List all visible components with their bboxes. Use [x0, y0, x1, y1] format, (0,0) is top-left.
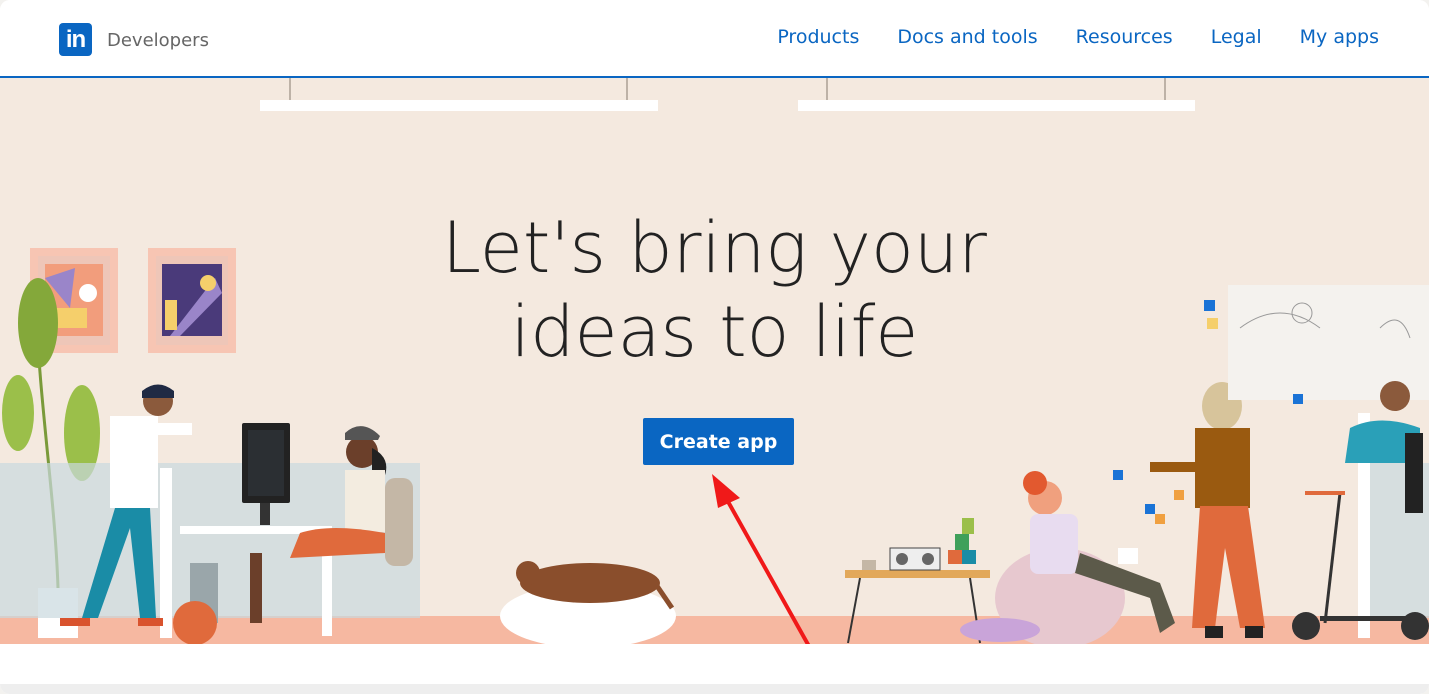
nav-item-resources[interactable]: Resources — [1076, 26, 1173, 48]
logo-text: in — [65, 25, 86, 53]
headline-line-2: ideas to life — [510, 291, 919, 373]
red-arrow-annotation — [712, 474, 811, 644]
sticky-note — [1155, 514, 1165, 524]
right-desk — [1345, 381, 1429, 638]
nav-item-products[interactable]: Products — [777, 26, 859, 48]
sticky-note — [1174, 490, 1184, 500]
nav-item-legal[interactable]: Legal — [1211, 26, 1262, 48]
top-navigation: in Developers Products Docs and tools Re… — [0, 0, 1429, 78]
nav-item-my-apps[interactable]: My apps — [1300, 26, 1379, 48]
hero-headline: Let's bring your ideas to life — [0, 206, 1429, 374]
nav-menu: Products Docs and tools Resources Legal … — [739, 26, 1379, 48]
sticky-note — [1145, 504, 1155, 514]
page-frame: in Developers Products Docs and tools Re… — [0, 0, 1429, 694]
headline-line-1: Let's bring your — [442, 207, 987, 289]
dog-on-cushion — [500, 561, 676, 644]
sticky-note — [1293, 394, 1303, 404]
beanbag-woman — [960, 471, 1175, 644]
linkedin-logo-icon[interactable]: in — [59, 23, 92, 56]
brand-label[interactable]: Developers — [107, 30, 209, 51]
hero-section: Let's bring your ideas to life — [0, 78, 1429, 644]
nav-item-docs-and-tools[interactable]: Docs and tools — [897, 26, 1037, 48]
page-bottom — [0, 644, 1429, 694]
sticky-note — [1113, 470, 1123, 480]
standing-woman — [1150, 382, 1265, 638]
bottom-divider — [0, 684, 1429, 694]
create-app-button[interactable]: Create app — [643, 418, 794, 465]
